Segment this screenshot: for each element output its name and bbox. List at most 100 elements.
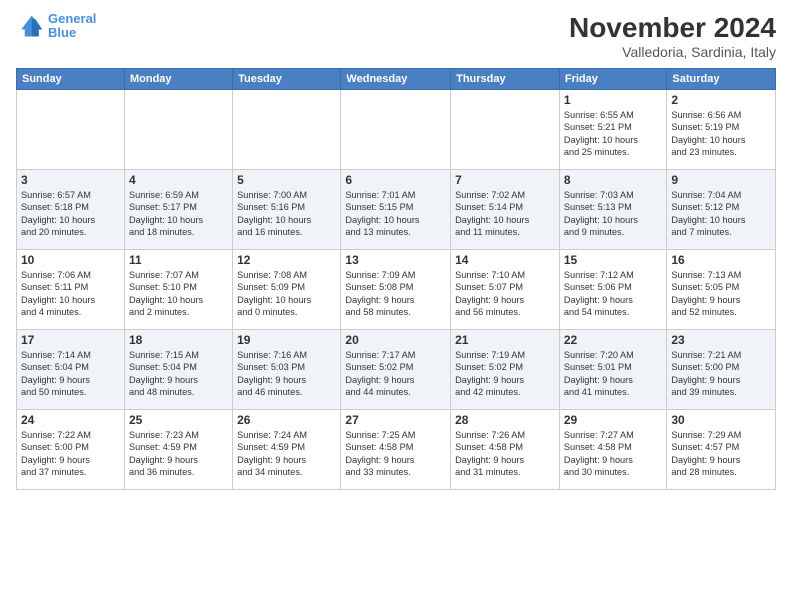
day-number: 29 <box>564 413 663 427</box>
calendar-cell-w4-d4: 28 Sunrise: 7:26 AM Sunset: 4:58 PM Dayli… <box>451 410 560 490</box>
day-info: Sunrise: 7:22 AM Sunset: 5:00 PM Dayligh… <box>21 429 120 479</box>
day-number: 4 <box>129 173 228 187</box>
day-number: 16 <box>671 253 771 267</box>
calendar-cell-w3-d1: 18 Sunrise: 7:15 AM Sunset: 5:04 PM Dayli… <box>124 330 232 410</box>
calendar-cell-w2-d6: 16 Sunrise: 7:13 AM Sunset: 5:05 PM Dayli… <box>667 250 776 330</box>
header-sunday: Sunday <box>17 69 125 90</box>
calendar-cell-w4-d5: 29Sunrise: 7:27 AM Sunset: 4:58 PM Dayli… <box>559 410 667 490</box>
logo-text: General Blue <box>48 12 96 41</box>
day-info: Sunrise: 7:23 AM Sunset: 4:59 PM Dayligh… <box>129 429 228 479</box>
day-number: 25 <box>129 413 228 427</box>
calendar-cell-w3-d3: 20 Sunrise: 7:17 AM Sunset: 5:02 PM Dayli… <box>341 330 451 410</box>
header-saturday: Saturday <box>667 69 776 90</box>
calendar-cell-w3-d5: 22Sunrise: 7:20 AM Sunset: 5:01 PM Dayli… <box>559 330 667 410</box>
day-number: 20 <box>345 333 446 347</box>
day-number: 30 <box>671 413 771 427</box>
day-info: Sunrise: 7:10 AM Sunset: 5:07 PM Dayligh… <box>455 269 555 319</box>
day-number: 11 <box>129 253 228 267</box>
calendar-cell-w1-d0: 3 Sunrise: 6:57 AM Sunset: 5:18 PM Daylig… <box>17 170 125 250</box>
day-number: 21 <box>455 333 555 347</box>
week-row-4: 24 Sunrise: 7:22 AM Sunset: 5:00 PM Dayli… <box>17 410 776 490</box>
calendar-cell-w0-d3 <box>341 90 451 170</box>
header-friday: Friday <box>559 69 667 90</box>
day-info: Sunrise: 7:08 AM Sunset: 5:09 PM Dayligh… <box>237 269 336 319</box>
day-number: 13 <box>345 253 446 267</box>
calendar-cell-w4-d2: 26Sunrise: 7:24 AM Sunset: 4:59 PM Dayli… <box>233 410 341 490</box>
calendar-cell-w4-d3: 27Sunrise: 7:25 AM Sunset: 4:58 PM Dayli… <box>341 410 451 490</box>
day-number: 9 <box>671 173 771 187</box>
header-monday: Monday <box>124 69 232 90</box>
calendar-cell-w2-d2: 12Sunrise: 7:08 AM Sunset: 5:09 PM Dayli… <box>233 250 341 330</box>
day-info: Sunrise: 7:00 AM Sunset: 5:16 PM Dayligh… <box>237 189 336 239</box>
day-info: Sunrise: 7:09 AM Sunset: 5:08 PM Dayligh… <box>345 269 446 319</box>
day-info: Sunrise: 7:24 AM Sunset: 4:59 PM Dayligh… <box>237 429 336 479</box>
day-number: 8 <box>564 173 663 187</box>
calendar-cell-w1-d5: 8 Sunrise: 7:03 AM Sunset: 5:13 PM Daylig… <box>559 170 667 250</box>
header-tuesday: Tuesday <box>233 69 341 90</box>
day-number: 14 <box>455 253 555 267</box>
day-info: Sunrise: 7:04 AM Sunset: 5:12 PM Dayligh… <box>671 189 771 239</box>
day-info: Sunrise: 7:12 AM Sunset: 5:06 PM Dayligh… <box>564 269 663 319</box>
page: General Blue November 2024 Valledoria, S… <box>0 0 792 612</box>
day-number: 24 <box>21 413 120 427</box>
calendar-cell-w0-d6: 2Sunrise: 6:56 AM Sunset: 5:19 PM Daylig… <box>667 90 776 170</box>
header: General Blue November 2024 Valledoria, S… <box>16 12 776 60</box>
header-wednesday: Wednesday <box>341 69 451 90</box>
calendar-cell-w1-d3: 6Sunrise: 7:01 AM Sunset: 5:15 PM Daylig… <box>341 170 451 250</box>
day-info: Sunrise: 7:26 AM Sunset: 4:58 PM Dayligh… <box>455 429 555 479</box>
calendar-cell-w1-d1: 4Sunrise: 6:59 AM Sunset: 5:17 PM Daylig… <box>124 170 232 250</box>
day-number: 22 <box>564 333 663 347</box>
day-number: 15 <box>564 253 663 267</box>
calendar-cell-w0-d2 <box>233 90 341 170</box>
month-title: November 2024 <box>569 12 776 44</box>
day-info: Sunrise: 6:57 AM Sunset: 5:18 PM Dayligh… <box>21 189 120 239</box>
day-info: Sunrise: 7:19 AM Sunset: 5:02 PM Dayligh… <box>455 349 555 399</box>
day-info: Sunrise: 7:25 AM Sunset: 4:58 PM Dayligh… <box>345 429 446 479</box>
calendar-cell-w1-d6: 9 Sunrise: 7:04 AM Sunset: 5:12 PM Daylig… <box>667 170 776 250</box>
day-info: Sunrise: 7:06 AM Sunset: 5:11 PM Dayligh… <box>21 269 120 319</box>
calendar-cell-w2-d0: 10Sunrise: 7:06 AM Sunset: 5:11 PM Dayli… <box>17 250 125 330</box>
calendar-cell-w0-d0 <box>17 90 125 170</box>
logo: General Blue <box>16 12 96 41</box>
day-info: Sunrise: 7:13 AM Sunset: 5:05 PM Dayligh… <box>671 269 771 319</box>
day-info: Sunrise: 7:21 AM Sunset: 5:00 PM Dayligh… <box>671 349 771 399</box>
calendar-cell-w0-d5: 1Sunrise: 6:55 AM Sunset: 5:21 PM Daylig… <box>559 90 667 170</box>
day-info: Sunrise: 6:56 AM Sunset: 5:19 PM Dayligh… <box>671 109 771 159</box>
day-number: 23 <box>671 333 771 347</box>
calendar-cell-w2-d4: 14 Sunrise: 7:10 AM Sunset: 5:07 PM Dayli… <box>451 250 560 330</box>
calendar-cell-w4-d1: 25 Sunrise: 7:23 AM Sunset: 4:59 PM Dayli… <box>124 410 232 490</box>
day-number: 18 <box>129 333 228 347</box>
calendar-cell-w3-d2: 19 Sunrise: 7:16 AM Sunset: 5:03 PM Dayli… <box>233 330 341 410</box>
calendar-cell-w1-d4: 7 Sunrise: 7:02 AM Sunset: 5:14 PM Daylig… <box>451 170 560 250</box>
calendar-cell-w4-d0: 24 Sunrise: 7:22 AM Sunset: 5:00 PM Dayli… <box>17 410 125 490</box>
title-block: November 2024 Valledoria, Sardinia, Ital… <box>569 12 776 60</box>
week-row-0: 1Sunrise: 6:55 AM Sunset: 5:21 PM Daylig… <box>17 90 776 170</box>
day-info: Sunrise: 7:03 AM Sunset: 5:13 PM Dayligh… <box>564 189 663 239</box>
day-info: Sunrise: 7:14 AM Sunset: 5:04 PM Dayligh… <box>21 349 120 399</box>
day-info: Sunrise: 7:15 AM Sunset: 5:04 PM Dayligh… <box>129 349 228 399</box>
calendar-cell-w2-d3: 13 Sunrise: 7:09 AM Sunset: 5:08 PM Dayli… <box>341 250 451 330</box>
calendar-cell-w4-d6: 30 Sunrise: 7:29 AM Sunset: 4:57 PM Dayli… <box>667 410 776 490</box>
week-row-2: 10Sunrise: 7:06 AM Sunset: 5:11 PM Dayli… <box>17 250 776 330</box>
weekday-header-row: Sunday Monday Tuesday Wednesday Thursday… <box>17 69 776 90</box>
day-info: Sunrise: 7:01 AM Sunset: 5:15 PM Dayligh… <box>345 189 446 239</box>
day-info: Sunrise: 7:17 AM Sunset: 5:02 PM Dayligh… <box>345 349 446 399</box>
day-number: 19 <box>237 333 336 347</box>
week-row-1: 3 Sunrise: 6:57 AM Sunset: 5:18 PM Daylig… <box>17 170 776 250</box>
calendar-cell-w0-d1 <box>124 90 232 170</box>
day-info: Sunrise: 7:02 AM Sunset: 5:14 PM Dayligh… <box>455 189 555 239</box>
day-number: 28 <box>455 413 555 427</box>
day-info: Sunrise: 7:29 AM Sunset: 4:57 PM Dayligh… <box>671 429 771 479</box>
day-info: Sunrise: 7:16 AM Sunset: 5:03 PM Dayligh… <box>237 349 336 399</box>
day-number: 3 <box>21 173 120 187</box>
week-row-3: 17 Sunrise: 7:14 AM Sunset: 5:04 PM Dayli… <box>17 330 776 410</box>
header-thursday: Thursday <box>451 69 560 90</box>
day-number: 7 <box>455 173 555 187</box>
location: Valledoria, Sardinia, Italy <box>569 44 776 60</box>
calendar-cell-w3-d6: 23 Sunrise: 7:21 AM Sunset: 5:00 PM Dayli… <box>667 330 776 410</box>
day-number: 17 <box>21 333 120 347</box>
calendar-cell-w3-d4: 21 Sunrise: 7:19 AM Sunset: 5:02 PM Dayli… <box>451 330 560 410</box>
day-number: 5 <box>237 173 336 187</box>
day-info: Sunrise: 7:07 AM Sunset: 5:10 PM Dayligh… <box>129 269 228 319</box>
logo-icon <box>16 12 44 40</box>
